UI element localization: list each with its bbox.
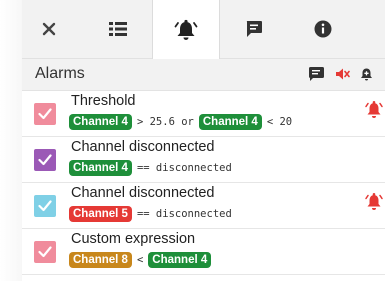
ringing-bell-icon [365, 101, 383, 118]
tab-bar [22, 0, 385, 59]
channel-chip: Channel 5 [69, 205, 132, 222]
expression-operator: > 25.6 or [136, 115, 194, 128]
tab-comments[interactable] [222, 0, 286, 58]
alarm-expression: Channel 4 == disconnected [69, 159, 237, 176]
ringing-bell-icon [365, 193, 383, 210]
tab-list[interactable] [88, 0, 148, 58]
channel-chip: Channel 4 [198, 113, 262, 130]
tab-close[interactable] [22, 0, 76, 58]
alarm-item[interactable]: Custom expression Channel 8 < Channel 4 [22, 229, 385, 275]
section-title: Alarms [35, 65, 85, 82]
expression-operator: < 20 [266, 115, 293, 128]
alarms-panel: Alarms Threshold Channel 4 > 25.6 or Cha… [22, 0, 385, 281]
channel-chip: Channel 8 [69, 251, 132, 268]
left-gutter [0, 0, 22, 281]
list-icon [109, 22, 127, 36]
channel-chip: Channel 4 [69, 159, 132, 176]
add-alarm-icon[interactable] [358, 66, 374, 82]
mute-icon[interactable] [334, 66, 350, 82]
alarm-checkbox[interactable] [34, 149, 56, 171]
alarms-header: Alarms [22, 59, 385, 91]
expression-operator: == disconnected [136, 161, 232, 174]
alarm-expression: Channel 8 < Channel 4 [69, 251, 212, 268]
close-icon [42, 22, 56, 36]
alarm-checkbox[interactable] [34, 241, 56, 263]
info-icon [314, 20, 332, 38]
alarm-expression: Channel 4 > 25.6 or Channel 4 < 20 [69, 113, 297, 130]
alarm-item[interactable]: Channel disconnected Channel 4 == discon… [22, 137, 385, 183]
alarm-item[interactable]: Threshold Channel 4 > 25.6 or Channel 4 … [22, 91, 385, 137]
alarm-checkbox[interactable] [34, 103, 56, 125]
tab-alarms[interactable] [152, 0, 220, 59]
expression-operator: == disconnected [136, 207, 232, 220]
alarm-title: Custom expression [71, 231, 196, 247]
alarm-title: Channel disconnected [71, 185, 215, 201]
tab-info[interactable] [288, 0, 358, 58]
alarm-bell-icon [174, 19, 198, 40]
alarm-item[interactable]: Channel disconnected Channel 5 == discon… [22, 183, 385, 229]
alarm-title: Channel disconnected [71, 139, 215, 155]
alarm-expression: Channel 5 == disconnected [69, 205, 237, 222]
alarm-checkbox[interactable] [34, 195, 56, 217]
expression-operator: < [136, 253, 144, 266]
alarm-title: Threshold [71, 93, 136, 109]
channel-chip: Channel 4 [69, 113, 132, 130]
alarm-list-icon[interactable] [308, 66, 324, 82]
comment-icon [246, 21, 262, 37]
channel-chip: Channel 4 [148, 251, 212, 268]
